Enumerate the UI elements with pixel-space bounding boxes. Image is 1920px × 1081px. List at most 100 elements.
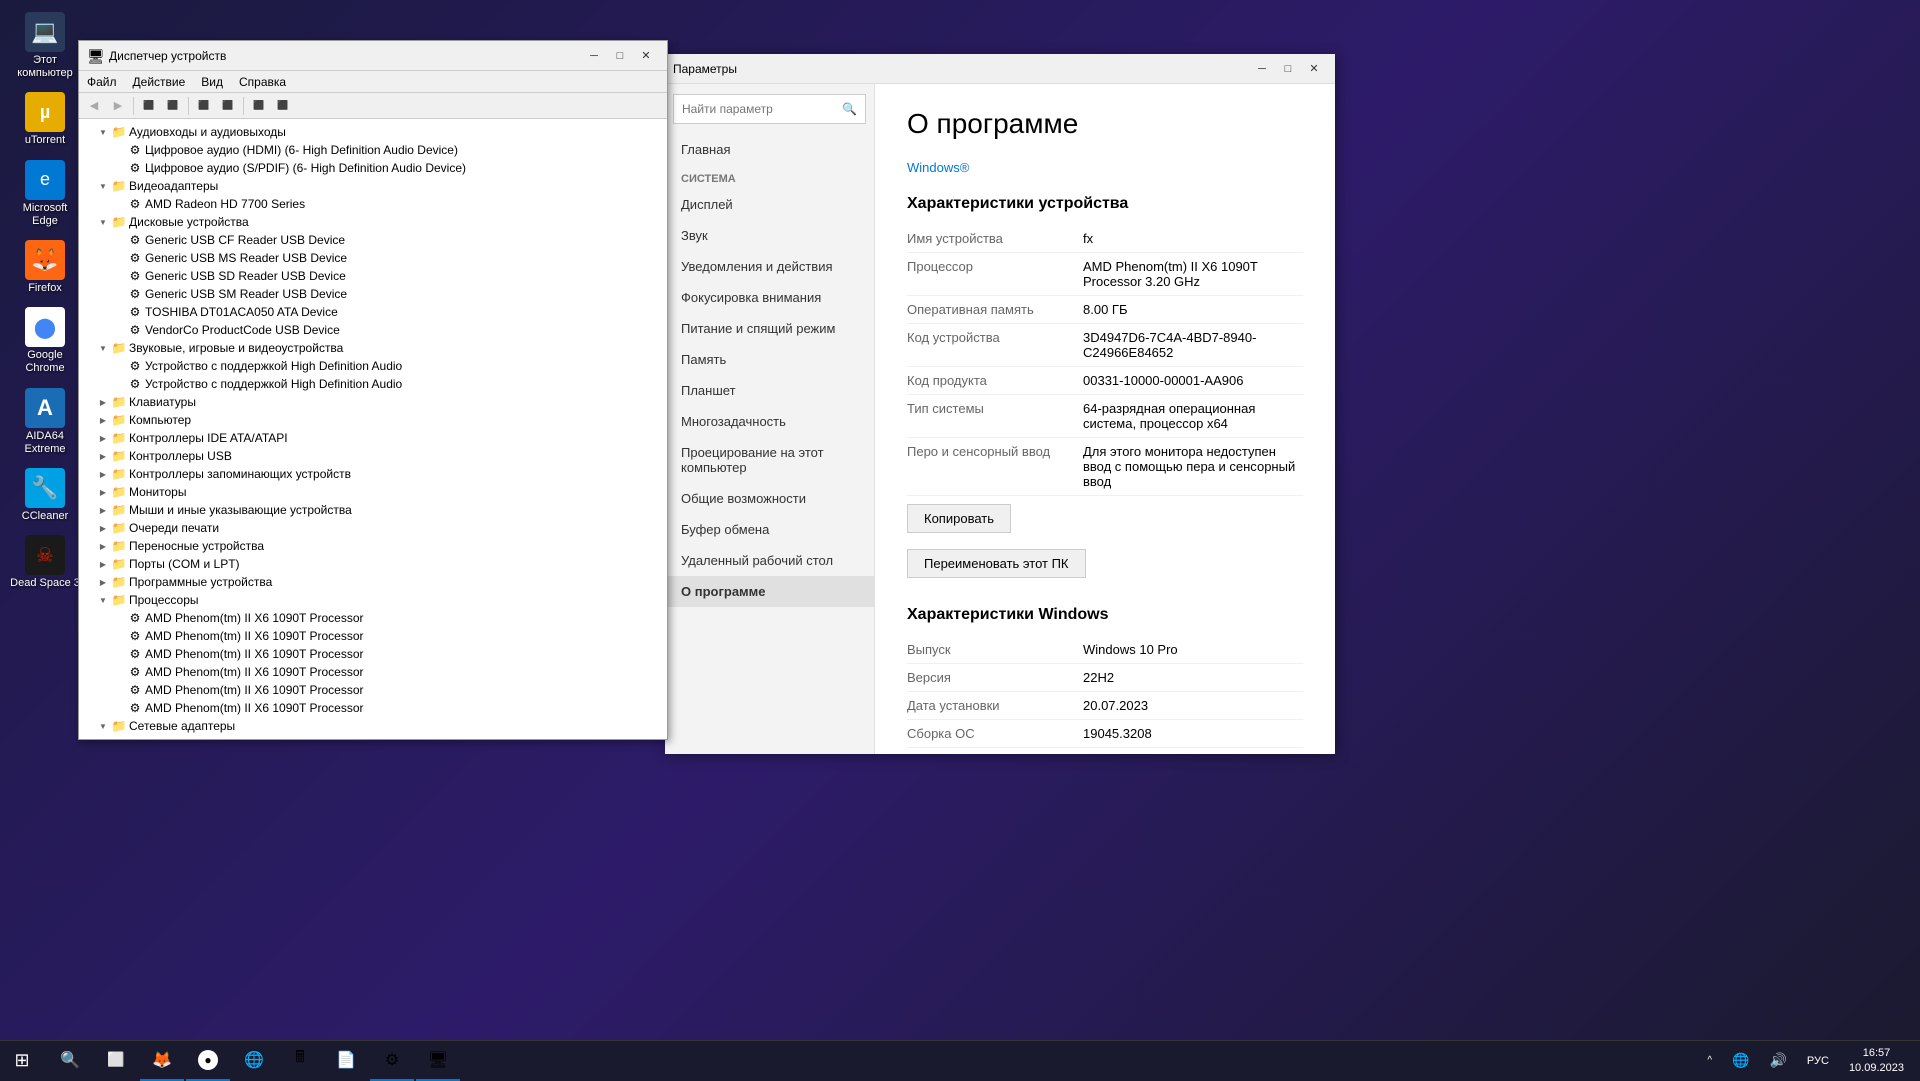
tree-item[interactable]: ⚙ AMD Phenom(tm) II X6 1090T Processor [79, 609, 667, 627]
windows-link[interactable]: Windows® [907, 160, 969, 175]
menu-help[interactable]: Справка [231, 71, 294, 93]
tree-item[interactable]: ▼ 📁 Процессоры [79, 591, 667, 609]
menu-file[interactable]: Файл [79, 71, 125, 93]
toolbar-btn4[interactable]: ⬛ [217, 95, 239, 117]
device-manager-close-button[interactable]: ✕ [633, 46, 659, 66]
start-button[interactable]: ⊞ [0, 1041, 44, 1081]
tree-item[interactable]: ⚙ Цифровое аудио (S/PDIF) (6- High Defin… [79, 159, 667, 177]
toolbar-btn6[interactable]: ⬛ [272, 95, 294, 117]
desktop-icon-dead-space[interactable]: ☠ Dead Space 3 [5, 531, 85, 594]
tree-item[interactable]: ▼ 📁 Дисковые устройства [79, 213, 667, 231]
toolbar-btn1[interactable]: ⬛ [138, 95, 160, 117]
tree-item[interactable]: ⚙ Generic USB SD Reader USB Device [79, 267, 667, 285]
settings-search-input[interactable] [682, 102, 842, 116]
settings-nav-project[interactable]: Проецирование на этот компьютер [665, 437, 874, 483]
tree-item[interactable]: ▶ 📁 Контроллеры запоминающих устройств [79, 465, 667, 483]
tree-item[interactable]: ⚙ AMD Radeon HD 7700 Series [79, 195, 667, 213]
settings-nav-power[interactable]: Питание и спящий режим [665, 313, 874, 344]
settings-close-button[interactable]: ✕ [1301, 59, 1327, 79]
menu-action[interactable]: Действие [125, 71, 194, 93]
desktop-icon-aida64[interactable]: A AIDA64 Extreme [5, 384, 85, 460]
taskbar-settings[interactable]: ⚙ [370, 1041, 414, 1081]
tree-item[interactable]: ⚙ AMD Phenom(tm) II X6 1090T Processor [79, 699, 667, 717]
tree-item[interactable]: ⚙ Generic USB SM Reader USB Device [79, 285, 667, 303]
toolbar-forward-button[interactable]: ▶ [107, 95, 129, 117]
toolbar-btn5[interactable]: ⬛ [248, 95, 270, 117]
tree-expand-icon: ▼ [95, 214, 111, 230]
taskbar-clock[interactable]: 16:57 10.09.2023 [1841, 1041, 1912, 1081]
tree-item[interactable]: ▼ 📁 Сетевые адаптеры [79, 717, 667, 735]
toolbar-btn3[interactable]: ⬛ [193, 95, 215, 117]
tree-item[interactable]: ▶ 📁 Клавиатуры [79, 393, 667, 411]
tree-item[interactable]: ⚙ Устройство с поддержкой High Definitio… [79, 375, 667, 393]
ccleaner-label: CCleaner [22, 510, 68, 523]
tree-item[interactable]: ▼ 📁 Видеоадаптеры [79, 177, 667, 195]
tree-node-icon: ⚙ [127, 142, 143, 158]
taskbar-volume[interactable]: 🔊 [1761, 1041, 1794, 1081]
tree-item[interactable]: ⚙ Цифровое аудио (HDMI) (6- High Definit… [79, 141, 667, 159]
copy-device-button[interactable]: Копировать [907, 504, 1011, 533]
tree-item[interactable]: ⚙ Устройство с поддержкой High Definitio… [79, 357, 667, 375]
toolbar-btn2[interactable]: ⬛ [162, 95, 184, 117]
tree-item[interactable]: ▶ 📁 Мониторы [79, 483, 667, 501]
taskbar-chrome[interactable]: ● [186, 1041, 230, 1081]
tree-item[interactable]: ⚙ VendorCo ProductCode USB Device [79, 321, 667, 339]
tree-item[interactable]: ▼ 📁 Звуковые, игровые и видеоустройства [79, 339, 667, 357]
taskbar-taskview[interactable]: ⬜ [94, 1041, 138, 1081]
settings-nav-display[interactable]: Дисплей [665, 189, 874, 220]
taskbar-devicemgr[interactable]: 🖥 [416, 1041, 460, 1081]
taskbar-firefox[interactable]: 🦊 [140, 1041, 184, 1081]
tree-item[interactable]: ▶ 📁 Порты (COM и LPT) [79, 555, 667, 573]
tree-item[interactable]: ▶ 📁 Контроллеры USB [79, 447, 667, 465]
tree-item[interactable]: ▶ 📁 Программные устройства [79, 573, 667, 591]
settings-nav-sound[interactable]: Звук [665, 220, 874, 251]
taskbar-network[interactable]: 🌐 [1724, 1041, 1757, 1081]
tree-item[interactable]: ⚙ AMD Phenom(tm) II X6 1090T Processor [79, 681, 667, 699]
desktop-icon-edge[interactable]: e Microsoft Edge [5, 156, 85, 232]
desktop-icon-chrome[interactable]: ⬤ Google Chrome [5, 303, 85, 379]
tree-item[interactable]: ⚙ TOSHIBA DT01ACA050 ATA Device [79, 303, 667, 321]
taskbar-lang[interactable]: РУС [1799, 1041, 1837, 1081]
settings-minimize-button[interactable]: ─ [1249, 59, 1275, 79]
settings-nav-memory[interactable]: Память [665, 344, 874, 375]
desktop-icon-firefox[interactable]: 🦊 Firefox [5, 236, 85, 299]
settings-nav-multitask[interactable]: Многозадачность [665, 406, 874, 437]
tree-item[interactable]: ⚙ AMD Phenom(tm) II X6 1090T Processor [79, 645, 667, 663]
device-manager-minimize-button[interactable]: ─ [581, 46, 607, 66]
tree-item[interactable]: ▶ 📁 Переносные устройства [79, 537, 667, 555]
taskbar-tray-expand[interactable]: ^ [1699, 1041, 1720, 1081]
device-manager-maximize-button[interactable]: □ [607, 46, 633, 66]
tree-item[interactable]: ▼ 📁 Аудиовходы и аудиовыходы [79, 123, 667, 141]
tree-item[interactable]: ▶ 📁 Мыши и иные указывающие устройства [79, 501, 667, 519]
settings-nav-home[interactable]: Главная [665, 134, 874, 165]
taskbar-edge[interactable]: 🌐 [232, 1041, 276, 1081]
settings-nav-remote[interactable]: Удаленный рабочий стол [665, 545, 874, 576]
settings-nav-features[interactable]: Общие возможности [665, 483, 874, 514]
desktop-icon-this-pc[interactable]: 💻 Этот компьютер [5, 8, 85, 84]
toolbar-back-button[interactable]: ◀ [83, 95, 105, 117]
menu-view[interactable]: Вид [193, 71, 231, 93]
taskbar-calculator[interactable]: 🖩 [278, 1041, 322, 1081]
tree-expand-icon [111, 358, 127, 374]
tree-item[interactable]: ⚙ AMD Phenom(tm) II X6 1090T Processor [79, 627, 667, 645]
settings-nav-tablet[interactable]: Планшет [665, 375, 874, 406]
desktop-icon-ccleaner[interactable]: 🔧 CCleaner [5, 464, 85, 527]
settings-nav-focus[interactable]: Фокусировка внимания [665, 282, 874, 313]
tree-node-label: Generic USB SD Reader USB Device [145, 269, 346, 283]
tree-item[interactable]: ⚙ Generic USB MS Reader USB Device [79, 249, 667, 267]
tree-item[interactable]: ▶ 📁 Компьютер [79, 411, 667, 429]
taskbar-office[interactable]: 📄 [324, 1041, 368, 1081]
tree-item[interactable]: ⚙ AMD Phenom(tm) II X6 1090T Processor [79, 663, 667, 681]
tree-item[interactable]: ▶ 📁 Очереди печати [79, 519, 667, 537]
rename-pc-button[interactable]: Переименовать этот ПК [907, 549, 1086, 578]
tree-item[interactable]: ⚙ NVIDIA nForce Networking Controller [79, 735, 667, 739]
settings-nav-notifications[interactable]: Уведомления и действия [665, 251, 874, 282]
settings-nav-clipboard[interactable]: Буфер обмена [665, 514, 874, 545]
desktop-icon-utorrent[interactable]: µ uTorrent [5, 88, 85, 151]
tree-item[interactable]: ⚙ Generic USB CF Reader USB Device [79, 231, 667, 249]
device-tree[interactable]: ▼ 📁 Аудиовходы и аудиовыходы ⚙ Цифровое … [79, 119, 667, 739]
tree-item[interactable]: ▶ 📁 Контроллеры IDE ATA/ATAPI [79, 429, 667, 447]
taskbar-search[interactable]: 🔍 [48, 1041, 92, 1081]
settings-maximize-button[interactable]: □ [1275, 59, 1301, 79]
settings-nav-about[interactable]: О программе [665, 576, 874, 607]
